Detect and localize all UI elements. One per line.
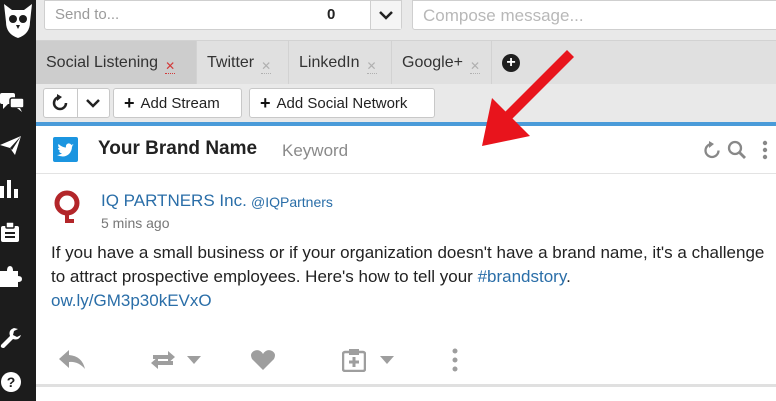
tab-label: Social Listening bbox=[46, 53, 159, 71]
add-stream-label: Add Stream bbox=[140, 94, 220, 112]
stream-toolbar: + Add Stream + Add Social Network bbox=[36, 84, 776, 122]
plus-icon: + bbox=[124, 93, 135, 113]
avatar[interactable] bbox=[52, 189, 88, 225]
refresh-icon bbox=[53, 94, 68, 111]
close-icon[interactable]: ✕ bbox=[469, 59, 481, 74]
retweet-icon[interactable] bbox=[148, 345, 178, 375]
retweet-options-chevron-icon[interactable] bbox=[186, 345, 202, 375]
hashtag-link[interactable]: #brandstory bbox=[478, 267, 567, 286]
help-icon[interactable]: ? bbox=[0, 362, 36, 401]
post-url-link[interactable]: ow.ly/GM3p30kEVxO bbox=[51, 291, 212, 310]
profile-dropdown-button[interactable] bbox=[370, 1, 401, 29]
tab-social-listening[interactable]: Social Listening ✕ bbox=[36, 41, 197, 84]
add-stream-button[interactable]: + Add Stream bbox=[113, 88, 242, 118]
tools-icon[interactable] bbox=[0, 318, 36, 358]
send-to-placeholder: Send to... bbox=[55, 6, 120, 23]
post-actions bbox=[36, 345, 776, 381]
streams-icon[interactable] bbox=[0, 82, 36, 122]
post-text: If you have a small business or if your … bbox=[51, 241, 771, 313]
tab-bar: Social Listening ✕ Twitter ✕ LinkedIn ✕ … bbox=[36, 40, 776, 84]
compose-message-input[interactable]: Compose message... bbox=[412, 0, 776, 30]
tab-label: Twitter bbox=[207, 53, 255, 71]
compose-placeholder: Compose message... bbox=[423, 6, 584, 25]
refresh-options-button[interactable] bbox=[76, 89, 110, 117]
assign-options-chevron-icon[interactable] bbox=[379, 345, 395, 375]
assign-icon[interactable] bbox=[342, 345, 366, 375]
tab-linkedin[interactable]: LinkedIn ✕ bbox=[289, 41, 392, 84]
twitter-icon bbox=[53, 137, 78, 162]
stream-search-icon[interactable] bbox=[727, 140, 747, 165]
assignments-icon[interactable] bbox=[0, 212, 36, 252]
stream-menu-icon[interactable] bbox=[762, 140, 768, 165]
refresh-group bbox=[43, 88, 110, 118]
tab-google-plus[interactable]: Google+ ✕ bbox=[392, 41, 492, 84]
add-social-network-button[interactable]: + Add Social Network bbox=[249, 88, 435, 118]
author-handle[interactable]: @IQPartners bbox=[251, 194, 333, 210]
reply-icon[interactable] bbox=[58, 345, 86, 375]
hootsuite-dashboard: ? Send to... 0 Compose message... Social… bbox=[0, 0, 776, 401]
close-icon[interactable]: ✕ bbox=[165, 59, 176, 74]
add-social-network-label: Add Social Network bbox=[276, 94, 408, 112]
post-divider bbox=[36, 384, 776, 387]
send-to-field[interactable]: Send to... 0 bbox=[44, 0, 402, 30]
close-icon[interactable]: ✕ bbox=[366, 59, 377, 74]
svg-text:?: ? bbox=[7, 374, 16, 390]
owl-logo-icon[interactable] bbox=[0, 0, 36, 44]
tab-label: Google+ bbox=[402, 53, 463, 71]
author-name[interactable]: IQ PARTNERS Inc. bbox=[101, 191, 247, 211]
tab-label: LinkedIn bbox=[299, 53, 360, 71]
plus-icon: + bbox=[260, 93, 271, 113]
post-body-end: . bbox=[566, 267, 571, 286]
selected-profiles-count: 0 bbox=[327, 6, 336, 23]
add-tab-icon[interactable]: + bbox=[502, 54, 520, 72]
post-body: If you have a small business or if your … bbox=[51, 243, 765, 286]
analytics-icon[interactable] bbox=[0, 168, 36, 208]
like-icon[interactable] bbox=[250, 345, 276, 375]
close-icon[interactable]: ✕ bbox=[261, 59, 272, 74]
left-navigation: ? bbox=[0, 0, 36, 401]
compose-bar: Send to... 0 Compose message... bbox=[36, 0, 776, 38]
stream-header: Your Brand Name Keyword bbox=[36, 126, 776, 174]
stream-refresh-icon[interactable] bbox=[702, 140, 722, 165]
tab-twitter[interactable]: Twitter ✕ bbox=[197, 41, 289, 84]
post-timestamp[interactable]: 5 mins ago bbox=[101, 215, 169, 231]
chevron-down-icon bbox=[379, 11, 393, 20]
publisher-icon[interactable] bbox=[0, 126, 36, 166]
stream-column: Your Brand Name Keyword IQ PARTNERS Inc.… bbox=[36, 122, 776, 401]
refresh-button[interactable] bbox=[44, 89, 77, 117]
stream-type: Keyword bbox=[282, 141, 349, 160]
chevron-down-icon bbox=[86, 99, 101, 108]
more-icon[interactable] bbox=[452, 345, 458, 375]
stream-title: Your Brand Name bbox=[98, 138, 258, 159]
apps-icon[interactable] bbox=[0, 256, 36, 296]
